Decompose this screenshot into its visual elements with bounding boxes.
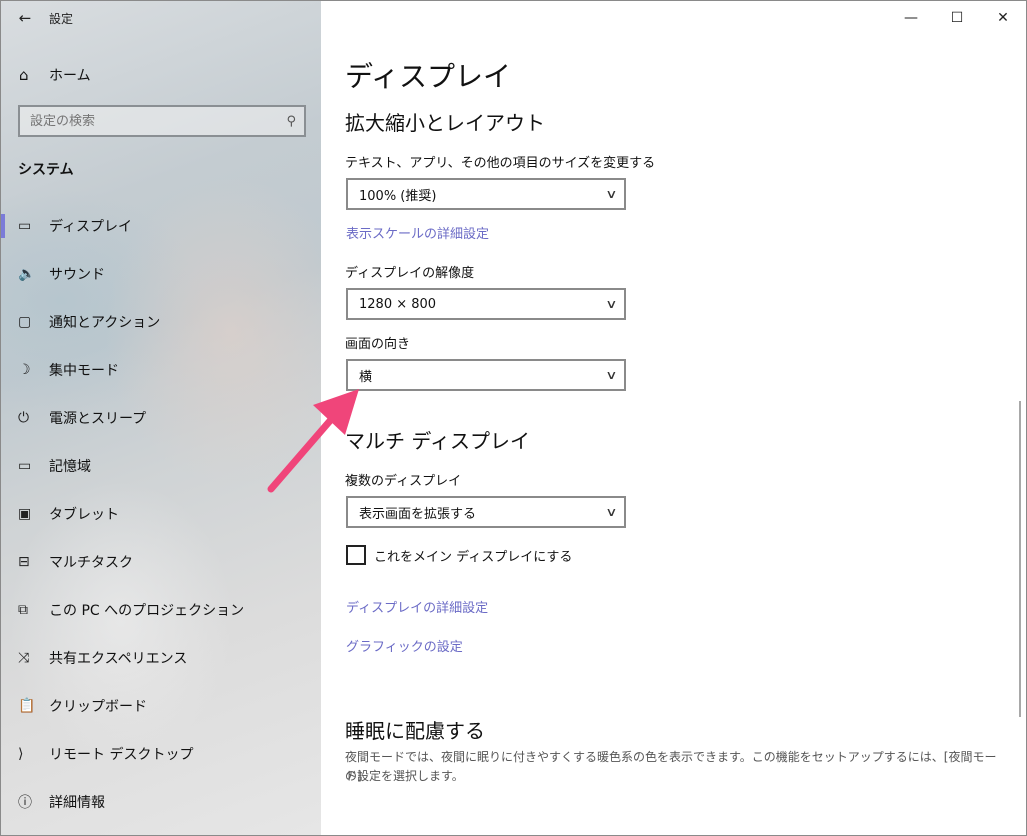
chevron-down-icon: ∨ [605,505,618,519]
main-display-checkbox[interactable] [346,545,366,565]
scale-label: テキスト、アプリ、その他の項目のサイズを変更する [345,156,656,171]
share-icon: ⤨ [18,650,30,666]
minimize-icon: — [904,10,918,26]
home-icon: ⌂ [19,66,29,84]
annotation-arrow [267,389,359,493]
minimize-button[interactable]: — [888,1,934,35]
resolution-label: ディスプレイの解像度 [345,266,475,281]
sidebar-item[interactable]: ▢ 通知とアクション [1,298,321,346]
sidebar-item-label: この PC へのプロジェクション [49,603,245,619]
sleep-heading: 睡眠に配慮する [345,719,485,743]
tablet-icon: ▣ [18,506,32,522]
multitask-icon: ⊟ [18,554,30,570]
multi-display-value: 表示画面を拡張する [359,506,477,522]
sidebar-item-label: 記憶域 [49,459,91,475]
clipboard-icon: 📋 [18,698,36,714]
window-controls: — ☐ ✕ [888,1,1026,35]
scrollbar[interactable] [1019,401,1021,717]
sidebar-item[interactable]: 📋 クリップボード [1,682,321,730]
sidebar-item-label: サウンド [49,267,105,283]
back-button[interactable]: ← [1,1,49,35]
sidebar-item-label: ディスプレイ [49,219,133,235]
sidebar-item[interactable]: 🔈 サウンド [1,250,321,298]
section-title: システム [18,162,74,178]
annotation-arrow-shaft [267,411,339,493]
chevron-down-icon: ∨ [605,187,618,201]
sidebar-item[interactable]: ⓘ 詳細情報 [1,778,321,826]
maximize-button[interactable]: ☐ [934,1,980,35]
sidebar-nav: ▭ ディスプレイ 🔈 サウンド ▢ 通知とアクション ☽ 集中モード ⏻ 電源とスリープ ▭ 記憶域 ▣… [1,202,321,826]
app-title: 設定 [49,11,74,26]
sidebar-item-label: リモート デスクトップ [49,747,194,763]
page-title: ディスプレイ [345,60,512,93]
resolution-dropdown[interactable]: 1280 × 800 ∨ [346,288,626,320]
power-icon: ⏻ [18,410,30,426]
scale-value: 100% (推奨) [359,188,437,204]
advanced-display-link[interactable]: ディスプレイの詳細設定 [346,597,488,616]
speaker-icon: 🔈 [18,266,36,282]
sidebar-item-label: 電源とスリープ [49,411,147,427]
multi-display-dropdown[interactable]: 表示画面を拡張する ∨ [346,496,626,528]
titlebar: ← 設定 [1,1,321,35]
advanced-scaling-link[interactable]: 表示スケールの詳細設定 [346,223,489,242]
sidebar-item[interactable]: ⊟ マルチタスク [1,538,321,586]
close-button[interactable]: ✕ [980,1,1026,35]
sidebar-item-label: 集中モード [49,363,119,379]
moon-icon: ☽ [18,362,31,378]
maximize-icon: ☐ [950,10,964,26]
storage-icon: ▭ [18,458,32,474]
sidebar-item-label: 通知とアクション [49,315,161,331]
scale-layout-heading: 拡大縮小とレイアウト [345,111,545,135]
home-button[interactable]: ⌂ ホーム [1,53,321,97]
search-input[interactable] [30,113,260,129]
sidebar-item[interactable]: ⤨ 共有エクスペリエンス [1,634,321,682]
notification-icon: ▢ [18,314,32,330]
projection-icon: ⧉ [18,602,28,618]
orientation-dropdown[interactable]: 横 ∨ [346,359,626,391]
sidebar-item[interactable]: ▭ ディスプレイ [1,202,321,250]
chevron-down-icon: ∨ [605,297,618,311]
monitor-icon: ▭ [18,218,32,234]
orientation-value: 横 [359,369,373,385]
sidebar-item[interactable]: ⟩ リモート デスクトップ [1,730,321,778]
search-icon[interactable]: ⚲ [286,114,296,129]
sidebar-item[interactable]: ☽ 集中モード [1,346,321,394]
info-icon: ⓘ [18,795,32,811]
sidebar-item-label: クリップボード [49,699,147,715]
scale-dropdown[interactable]: 100% (推奨) ∨ [346,178,626,210]
orientation-label: 画面の向き [345,337,411,352]
resolution-value: 1280 × 800 [359,296,437,312]
sidebar-item-label: タブレット [49,507,119,523]
main-display-checkbox-row[interactable]: これをメイン ディスプレイにする [346,545,572,565]
graphics-settings-link[interactable]: グラフィックの設定 [346,636,463,655]
main-display-checkbox-label: これをメイン ディスプレイにする [374,549,573,565]
home-label: ホーム [49,68,91,84]
sleep-description-line2: の設定を選択します。 [345,769,464,783]
remote-icon: ⟩ [18,746,24,762]
sidebar-item[interactable]: ⧉ この PC へのプロジェクション [1,586,321,634]
sidebar-item-label: 共有エクスペリエンス [49,651,188,667]
close-icon: ✕ [997,10,1009,26]
search-box[interactable]: ⚲ [18,105,306,137]
sidebar-item-label: 詳細情報 [49,795,105,811]
chevron-down-icon: ∨ [605,368,618,382]
back-arrow-icon: ← [18,9,32,27]
sidebar-item-label: マルチタスク [49,555,133,571]
multi-display-heading: マルチ ディスプレイ [345,429,530,453]
